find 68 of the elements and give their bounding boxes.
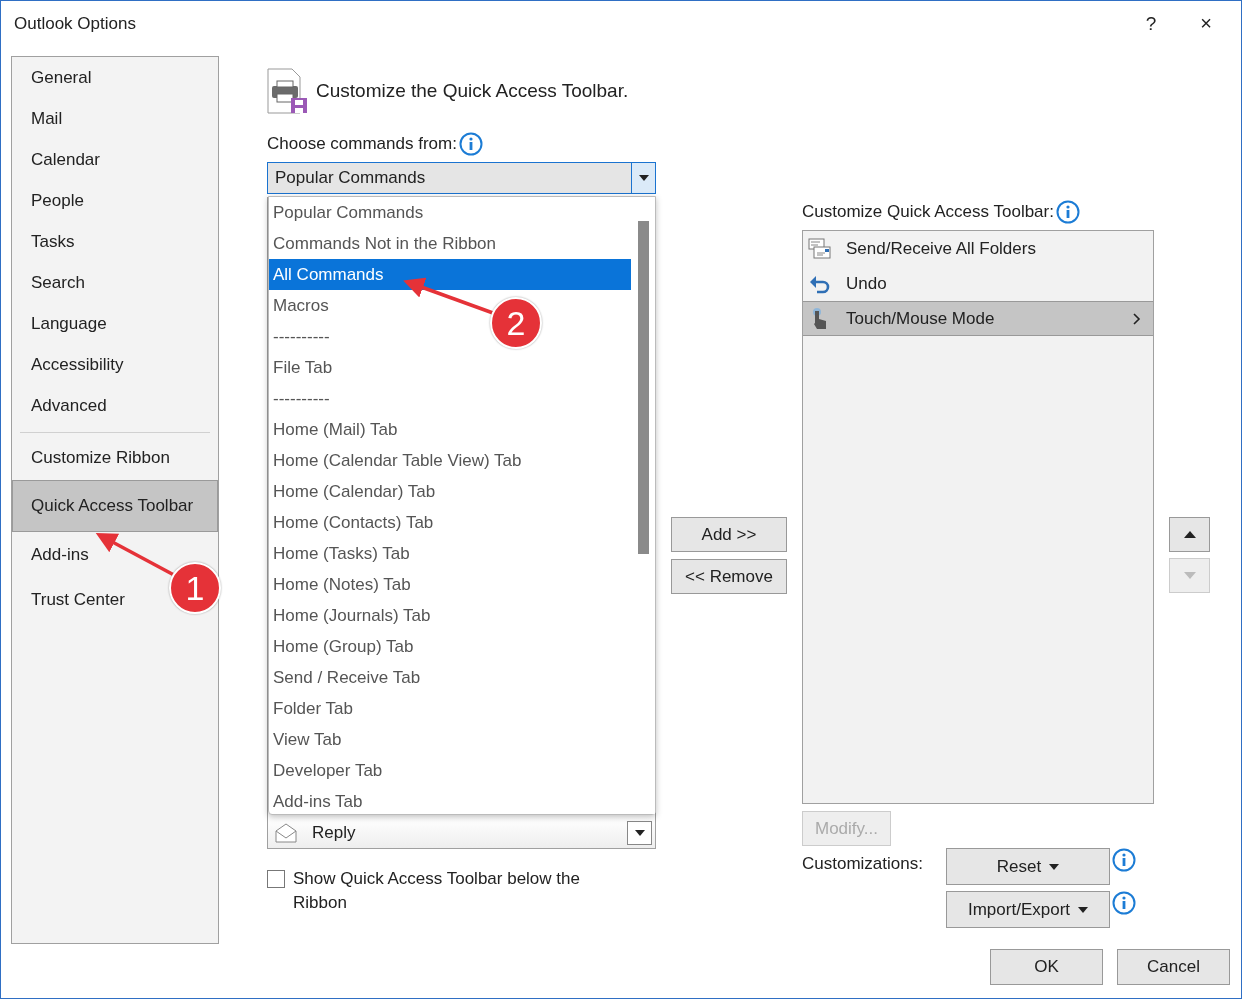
- sidebar-item[interactable]: Language: [12, 303, 113, 344]
- dropdown-option[interactable]: All Commands: [269, 259, 631, 290]
- scrollbar-thumb[interactable]: [637, 221, 649, 554]
- sidebar-item[interactable]: Accessibility: [12, 344, 130, 385]
- envelope-icon: [274, 823, 298, 843]
- dropdown-option[interactable]: Home (Journals) Tab: [269, 600, 437, 631]
- sidebar-item[interactable]: Customize Ribbon: [12, 435, 176, 480]
- dropdown-option[interactable]: Popular Commands: [269, 197, 430, 228]
- info-icon[interactable]: [458, 132, 483, 156]
- down-triangle-icon: [1183, 572, 1196, 579]
- dropdown-option[interactable]: View Tab: [269, 724, 348, 755]
- dropdown-option[interactable]: File Tab: [269, 352, 339, 383]
- list-item[interactable]: Touch/Mouse Mode: [803, 301, 1153, 336]
- field-label: Choose commands from:: [267, 134, 457, 154]
- dropdown-option[interactable]: ----------: [269, 321, 336, 352]
- move-up-button[interactable]: [1169, 517, 1210, 552]
- list-item[interactable]: Undo: [803, 266, 1153, 301]
- up-triangle-icon: [1183, 531, 1196, 538]
- dropdown-option[interactable]: Home (Calendar) Tab: [269, 476, 442, 507]
- dropdown-option[interactable]: Developer Tab: [269, 755, 389, 786]
- sidebar-item[interactable]: Quick Access Toolbar: [12, 480, 218, 532]
- help-button[interactable]: ?: [1131, 1, 1171, 46]
- list-label: Customize Quick Access Toolbar:: [802, 202, 1054, 222]
- sidebar-item[interactable]: Search: [12, 262, 91, 303]
- list-item[interactable]: Send/Receive All Folders: [803, 231, 1153, 266]
- dropdown-option[interactable]: Send / Receive Tab: [269, 662, 427, 693]
- dropdown-option[interactable]: Home (Calendar Table View) Tab: [269, 445, 528, 476]
- dropdown-option[interactable]: Add-ins Tab: [269, 786, 369, 817]
- printer-document-icon: [267, 68, 309, 114]
- info-icon[interactable]: [1112, 891, 1136, 915]
- sidebar-item[interactable]: Add-ins: [12, 532, 95, 577]
- sidebar-item[interactable]: Trust Center: [12, 577, 131, 622]
- checkbox-label[interactable]: Show Quick Access Toolbar below the Ribbon: [293, 867, 603, 915]
- sidebar-item[interactable]: General: [12, 57, 98, 98]
- ok-button[interactable]: OK: [990, 949, 1103, 985]
- sidebar-item[interactable]: Mail: [12, 98, 69, 139]
- dropdown-option[interactable]: Home (Contacts) Tab: [269, 507, 440, 538]
- envelopes-icon: [808, 236, 832, 261]
- customizations-label: Customizations:: [802, 853, 924, 874]
- scroll-down-button[interactable]: [627, 821, 652, 845]
- dropdown-option[interactable]: Commands Not in the Ribbon: [269, 228, 502, 259]
- dropdown-option[interactable]: Home (Group) Tab: [269, 631, 420, 662]
- add-button[interactable]: Add >>: [671, 517, 787, 552]
- reset-button[interactable]: Reset: [946, 848, 1110, 885]
- commands-dropdown[interactable]: Popular Commands: [267, 162, 656, 194]
- dropdown-option[interactable]: Home (Notes) Tab: [269, 569, 417, 600]
- window-title: Outlook Options: [14, 13, 137, 34]
- dropdown-option[interactable]: Home (Tasks) Tab: [269, 538, 416, 569]
- dropdown-option[interactable]: ----------: [269, 383, 336, 414]
- caret-icon: [1049, 863, 1060, 870]
- checkbox[interactable]: [267, 870, 285, 888]
- sidebar-item[interactable]: Tasks: [12, 221, 81, 262]
- import-export-button[interactable]: Import/Export: [946, 891, 1110, 928]
- close-button[interactable]: ×: [1171, 1, 1241, 46]
- sidebar-item[interactable]: Advanced: [12, 385, 113, 426]
- sidebar-item[interactable]: People: [12, 180, 90, 221]
- dropdown-option[interactable]: Folder Tab: [269, 693, 359, 724]
- info-icon[interactable]: [1112, 848, 1136, 872]
- sidebar-item[interactable]: Calendar: [12, 139, 106, 180]
- section-title: Customize the Quick Access Toolbar.: [316, 80, 629, 102]
- caret-icon: [1078, 906, 1089, 913]
- caret-icon: [634, 830, 645, 836]
- dropdown-option[interactable]: Macros: [269, 290, 335, 321]
- cancel-button[interactable]: Cancel: [1117, 949, 1230, 985]
- info-icon[interactable]: [1055, 200, 1080, 224]
- remove-button[interactable]: << Remove: [671, 559, 787, 594]
- caret-icon: [638, 175, 649, 181]
- dropdown-option[interactable]: Home (Mail) Tab: [269, 414, 404, 445]
